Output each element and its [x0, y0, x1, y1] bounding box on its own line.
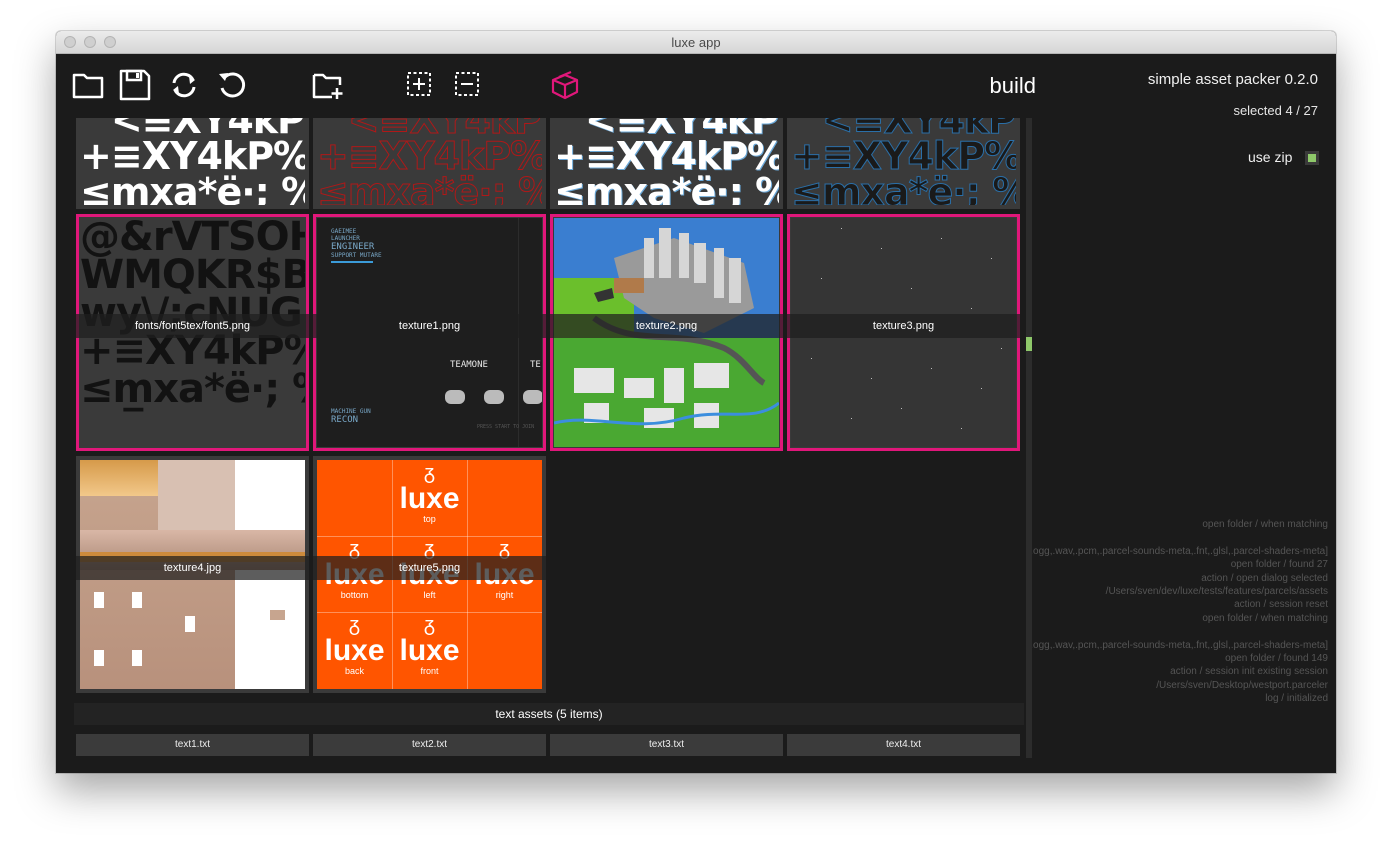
log-line: .ogg,.wav,.pcm,.parcel-sounds-meta,.fnt,…	[1030, 545, 1328, 557]
texture1-text: TE	[530, 360, 541, 370]
texture-label: texture3.png	[787, 314, 1020, 338]
texture1-text: SUPPORT MUTARE	[331, 252, 382, 259]
folder-open-icon[interactable]	[71, 68, 105, 102]
text-asset-item[interactable]: text1.txt	[76, 734, 309, 756]
texture-tile[interactable]: texture4.jpg	[76, 456, 309, 693]
package-icon[interactable]	[548, 68, 582, 102]
build-button[interactable]: build	[966, 73, 1036, 99]
log-panel: open folder / when matching .ogg,.wav,.p…	[1028, 518, 1328, 706]
window-title: luxe app	[671, 35, 721, 50]
texture1-text: RECON	[331, 415, 359, 425]
texture1-text: LAUNCHER	[331, 235, 360, 242]
text-assets-header: text assets (5 items)	[74, 703, 1024, 725]
refresh-icon[interactable]	[167, 68, 201, 102]
texture-label: texture1.png	[313, 314, 546, 338]
add-icon[interactable]	[403, 68, 437, 102]
font-atlas-tile[interactable]: ^<≡XY4kP%(+≡XY4kP%≤m̲xa*ë·; %s	[787, 118, 1020, 209]
log-line: log / initialized	[1265, 693, 1328, 705]
asset-grid: ^<≡XY4kP%(+≡XY4kP%≤m̲xa*ë·; %s ^<≡XY4kP%…	[56, 118, 1026, 701]
text-asset-item[interactable]: text2.txt	[313, 734, 546, 756]
log-line: open folder / found 149	[1225, 653, 1328, 665]
log-line: open folder / found 27	[1230, 559, 1328, 571]
text-asset-item[interactable]: text4.txt	[787, 734, 1020, 756]
font-atlas-tile[interactable]: ^<≡XY4kP%(+≡XY4kP%≤m̲xa*ë·; %s	[313, 118, 546, 209]
log-line: .ogg,.wav,.pcm,.parcel-sounds-meta,.fnt,…	[1030, 639, 1328, 651]
texture-label: fonts/font5tex/font5.png	[76, 314, 309, 338]
use-zip-checkbox[interactable]	[1305, 151, 1319, 165]
texture1-text: TEAMONE	[450, 360, 488, 370]
font-atlas-tile[interactable]: ^<≡XY4kP%(+≡XY4kP%≤m̲xa*ë·; %s	[550, 118, 783, 209]
texture-tile[interactable]: GAEIMEE LAUNCHER ENGINEER SUPPORT MUTARE…	[313, 214, 546, 451]
asset-scrollbar[interactable]	[1026, 118, 1032, 758]
texture1-text: GAEIMEE	[331, 228, 357, 235]
new-folder-icon[interactable]	[311, 68, 345, 102]
font-atlas-tile[interactable]: ^<≡XY4kP%(+≡XY4kP%≤m̲xa*ë·; %s	[76, 118, 309, 209]
save-icon[interactable]	[118, 68, 152, 102]
texture-tile[interactable]: texture3.png	[787, 214, 1020, 451]
texture-label: texture4.jpg	[76, 556, 309, 580]
texture-label: texture5.png	[313, 556, 546, 580]
texture-label: texture2.png	[550, 314, 783, 338]
reset-icon[interactable]	[215, 68, 249, 102]
app-window: luxe app build simple asset packer 0.2.0…	[56, 31, 1336, 773]
texture1-text: PRESS START TO JOIN	[477, 424, 535, 430]
texture-tile[interactable]: @&rVTSOHCWMQKR$BDCwy\/;cNUG+≡XY4kP%≤m̲xa…	[76, 214, 309, 451]
log-line: action / session init existing session	[1170, 666, 1328, 678]
text-asset-item[interactable]: text3.txt	[550, 734, 783, 756]
texture1-text: ENGINEER	[331, 242, 375, 252]
log-line: action / open dialog selected	[1201, 572, 1328, 584]
selection-count: selected 4 / 27	[1233, 103, 1318, 118]
title-bar: luxe app	[56, 31, 1336, 54]
log-line: open folder / when matching	[1202, 612, 1328, 624]
texture-tile[interactable]: texture2.png	[550, 214, 783, 451]
log-line: action / session reset	[1234, 599, 1328, 611]
checkbox-check-indicator	[1308, 154, 1316, 162]
log-line: /Users/sven/dev/luxe/tests/features/parc…	[1105, 586, 1328, 598]
texture1-text: MACHINE GUN	[331, 408, 371, 415]
app-version-title: simple asset packer 0.2.0	[1147, 71, 1318, 88]
log-line: /Users/sven/Desktop/westport.parceler	[1156, 679, 1328, 691]
texture-tile[interactable]: ᵹ luxe top ᵹ luxe bottom ᵹ luxe left ᵹ l…	[313, 456, 546, 693]
use-zip-label: use zip	[1248, 149, 1293, 165]
remove-icon[interactable]	[451, 68, 485, 102]
scrollbar-thumb[interactable]	[1026, 337, 1032, 351]
log-line: open folder / when matching	[1202, 519, 1328, 530]
